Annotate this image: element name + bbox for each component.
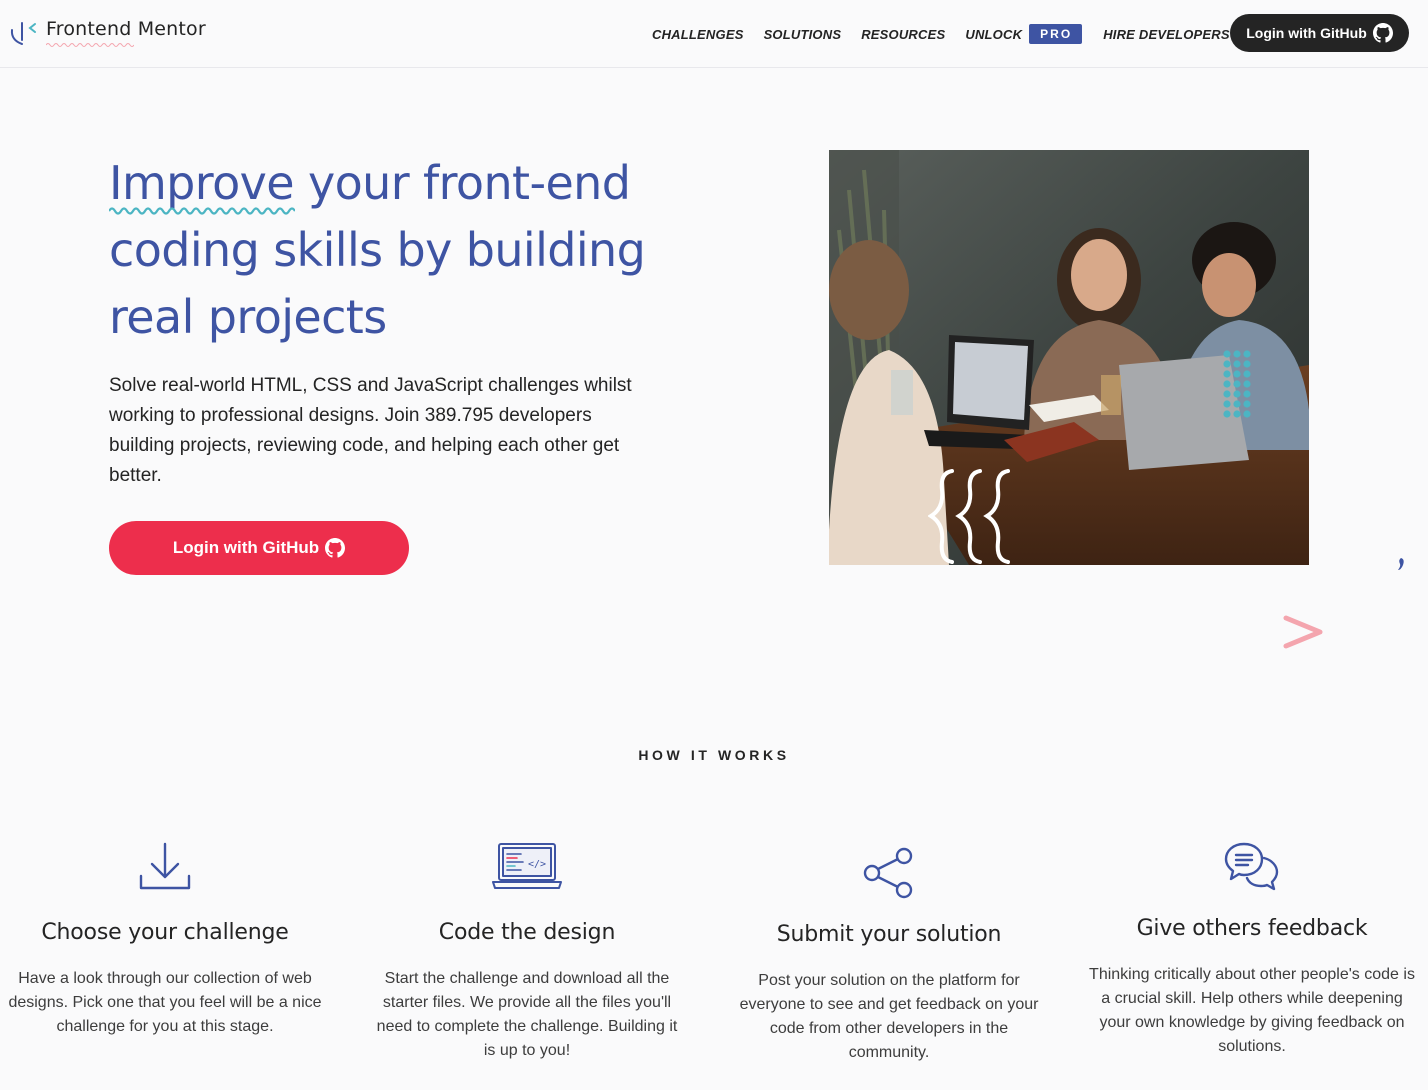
step-description: Have a look through our collection of we… — [8, 970, 322, 1035]
github-icon — [325, 538, 346, 558]
chat-bubbles-icon — [1224, 842, 1279, 891]
step-card: Give others feedback Thinking critically… — [1082, 840, 1422, 1059]
step-title: Choose your challenge — [41, 920, 289, 945]
hero-title: Improve your front-end coding skills by … — [109, 150, 709, 351]
hero-title-highlight: Improve — [109, 156, 295, 210]
decorative-comma-icon — [1398, 558, 1404, 570]
nav-link-unlock[interactable]: UNLOCK — [965, 27, 1022, 42]
title-squiggle-icon — [109, 207, 295, 215]
nav-link-resources[interactable]: RESOURCES — [861, 27, 945, 42]
nav-link-challenges[interactable]: CHALLENGES — [652, 27, 744, 42]
decorative-braces-icon — [928, 469, 1010, 564]
step-description: Start the challenge and download all the… — [376, 970, 678, 1059]
step-title: Submit your solution — [776, 922, 1002, 947]
step-card: </> Code the design Start the challenge … — [357, 840, 697, 1063]
laptop-code-icon: </> — [492, 843, 562, 889]
hero-login-label: Login with GitHub — [172, 538, 320, 557]
decorative-chevron-icon — [1283, 615, 1323, 649]
github-icon — [1372, 23, 1393, 43]
nav-link-hire-developers[interactable]: HIRE DEVELOPERS — [1103, 27, 1230, 42]
hero-description: Solve real-world HTML, CSS and JavaScrip… — [109, 375, 632, 486]
brand-squiggle-icon — [46, 43, 134, 47]
step-title: Code the design — [438, 920, 616, 945]
how-it-works-heading: HOW IT WORKS — [638, 747, 790, 763]
hero-login-github-button[interactable]: Login with GitHub — [109, 521, 409, 575]
step-description: Post your solution on the platform for e… — [739, 972, 1039, 1061]
brand-logo[interactable]: Frontend Mentor — [8, 16, 206, 48]
nav-login-label: Login with GitHub — [1246, 25, 1367, 41]
download-icon — [139, 842, 191, 890]
nav-link-solutions[interactable]: SOLUTIONS — [764, 27, 842, 42]
logo-mark-icon — [10, 22, 36, 45]
nav-login-github-button[interactable]: Login with GitHub — [1230, 14, 1409, 52]
step-description: Thinking critically about other people's… — [1089, 966, 1415, 1055]
step-card: Submit your solution Post your solution … — [719, 840, 1059, 1065]
brand-name: Frontend Mentor — [46, 18, 206, 40]
svg-text:</>: </> — [528, 859, 546, 870]
pro-badge[interactable]: PRO — [1029, 24, 1083, 44]
step-card: Choose your challenge Have a look throug… — [0, 840, 335, 1039]
step-title: Give others feedback — [1136, 916, 1368, 941]
decorative-dots-icon — [1223, 350, 1251, 418]
share-icon — [863, 847, 913, 899]
top-nav: Frontend Mentor CHALLENGES SOLUTIONS RES… — [0, 0, 1428, 68]
nav-links: CHALLENGES SOLUTIONS RESOURCES UNLOCK PR… — [652, 24, 1250, 44]
